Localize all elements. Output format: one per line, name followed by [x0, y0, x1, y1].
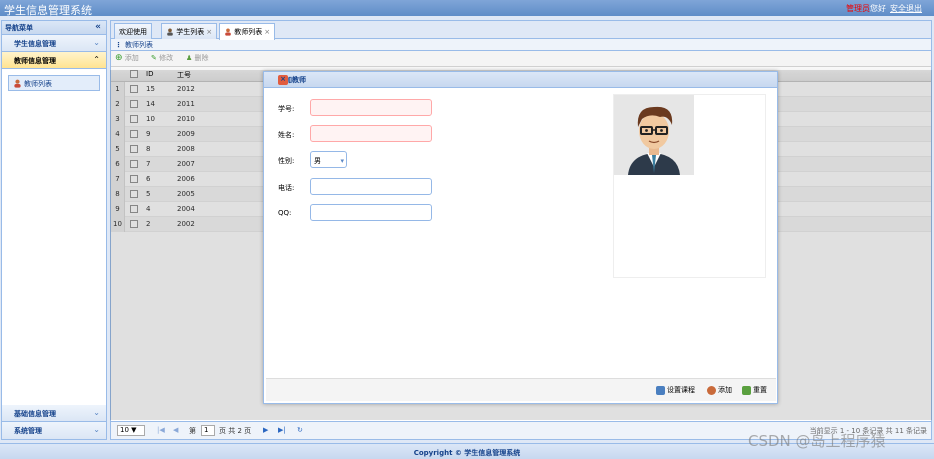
admin-role: 管理员	[846, 4, 870, 13]
accordion-teacher-info[interactable]: 教师信息管理 ⌃	[2, 52, 106, 69]
phone-label: 电话:	[278, 184, 295, 192]
dialog-title-bar: + 添加教师 ×	[264, 72, 777, 88]
close-icon[interactable]: ×	[206, 28, 212, 36]
set-course-label: 设置课程	[667, 386, 695, 394]
gender-select[interactable]: 男 ▾	[310, 151, 347, 168]
qq-label: QQ:	[278, 209, 292, 217]
chevron-down-icon: ⌄	[93, 408, 100, 417]
nav-panel: 导航菜单 « 学生信息管理 ⌄ 教师信息管理 ⌃ 教师列表 基础信息管理 ⌄ 系…	[1, 20, 107, 440]
student-no-input[interactable]	[310, 99, 432, 116]
tab-label: 学生列表	[176, 28, 205, 36]
greeting-text: 您好	[870, 4, 886, 13]
accordion-label: 学生信息管理	[14, 40, 56, 48]
add-button[interactable]: ⊕ 添加	[115, 53, 139, 63]
tab-bar: 欢迎使用 学生列表 × 教师列表 ×	[111, 21, 931, 40]
last-page-icon[interactable]: ▶|	[278, 426, 286, 434]
reset-button[interactable]: 重置	[742, 385, 767, 395]
grip-icon: ⋮	[115, 41, 122, 49]
tab-label: 欢迎使用	[119, 28, 147, 36]
reset-label: 重置	[753, 386, 767, 394]
page-total: 页 共 2 页	[219, 427, 252, 435]
accordion-system-admin[interactable]: 系统管理 ⌄	[2, 422, 106, 439]
tab-label: 教师列表	[234, 28, 263, 36]
person-icon	[14, 79, 21, 88]
accordion-label: 教师信息管理	[14, 57, 56, 65]
watermark: CSDN @岛上程序猿	[748, 432, 886, 450]
dialog-add-button[interactable]: 添加	[707, 385, 732, 395]
person-icon	[167, 28, 173, 36]
tab-student-list[interactable]: 学生列表 ×	[161, 23, 218, 39]
student-no-label: 学号:	[278, 105, 295, 113]
accordion-basic-info[interactable]: 基础信息管理 ⌄	[2, 405, 106, 422]
panel-title-label: 教师列表	[125, 41, 153, 49]
sidebar-item-teacher-list[interactable]: 教师列表	[8, 75, 100, 91]
top-header: 学生信息管理系统 管理员 您好 安全退出	[0, 0, 934, 17]
tab-welcome[interactable]: 欢迎使用	[114, 23, 152, 39]
app-title: 学生信息管理系统	[4, 4, 92, 17]
next-page-icon[interactable]: ▶	[263, 426, 268, 434]
delete-label: 删除	[194, 54, 209, 62]
collapse-icon[interactable]: «	[95, 22, 101, 32]
add-icon: ⊕	[115, 53, 123, 63]
page-size-select[interactable]: 10 ▼	[117, 425, 145, 436]
panel-title: ⋮ 教师列表	[111, 39, 931, 51]
avatar-illustration	[614, 95, 694, 175]
dialog-footer: 设置课程 添加 重置	[266, 378, 776, 401]
refresh-icon[interactable]: ↻	[297, 426, 303, 434]
qq-input[interactable]	[310, 204, 432, 221]
set-course-button[interactable]: 设置课程	[656, 385, 695, 395]
close-icon[interactable]: ×	[264, 28, 270, 36]
logout-link[interactable]: 安全退出	[890, 3, 922, 14]
accordion-label: 系统管理	[14, 427, 42, 435]
chevron-up-icon: ⌃	[93, 55, 100, 64]
course-icon	[656, 385, 665, 395]
phone-input[interactable]	[310, 178, 432, 195]
edit-button[interactable]: ✎ 修改	[151, 53, 173, 63]
tab-teacher-list[interactable]: 教师列表 ×	[219, 23, 276, 40]
add-label: 添加	[124, 54, 139, 62]
accordion-label: 基础信息管理	[14, 410, 56, 418]
page-number-input[interactable]: 1	[201, 425, 215, 436]
delete-icon: ♟	[186, 54, 193, 62]
chevron-down-icon: ▾	[340, 157, 344, 165]
gender-value: 男	[314, 157, 321, 165]
add-label: 添加	[718, 386, 732, 394]
edit-label: 修改	[159, 54, 174, 62]
close-icon[interactable]: ×	[278, 75, 288, 85]
grid-toolbar: ⊕ 添加 ✎ 修改 ♟ 删除	[111, 51, 931, 67]
gender-label: 性别:	[278, 157, 295, 165]
first-page-icon[interactable]: |◀	[157, 426, 165, 434]
sidebar-item-label: 教师列表	[24, 80, 52, 88]
name-input[interactable]	[310, 125, 432, 142]
prev-page-icon[interactable]: ◀	[173, 426, 178, 434]
name-label: 姓名:	[278, 131, 295, 139]
page-prefix: 第	[189, 427, 196, 435]
accordion-student-info[interactable]: 学生信息管理 ⌄	[2, 35, 106, 52]
nav-title: 导航菜单	[5, 24, 33, 32]
chevron-down-icon: ⌄	[93, 425, 100, 434]
delete-button[interactable]: ♟ 删除	[186, 53, 209, 63]
pencil-icon: ✎	[151, 54, 157, 62]
reset-icon	[742, 385, 751, 395]
chevron-down-icon: ⌄	[93, 38, 100, 47]
person-icon	[707, 385, 716, 395]
person-icon	[225, 28, 231, 36]
nav-header: 导航菜单 «	[2, 21, 106, 35]
avatar-image[interactable]	[614, 95, 694, 175]
